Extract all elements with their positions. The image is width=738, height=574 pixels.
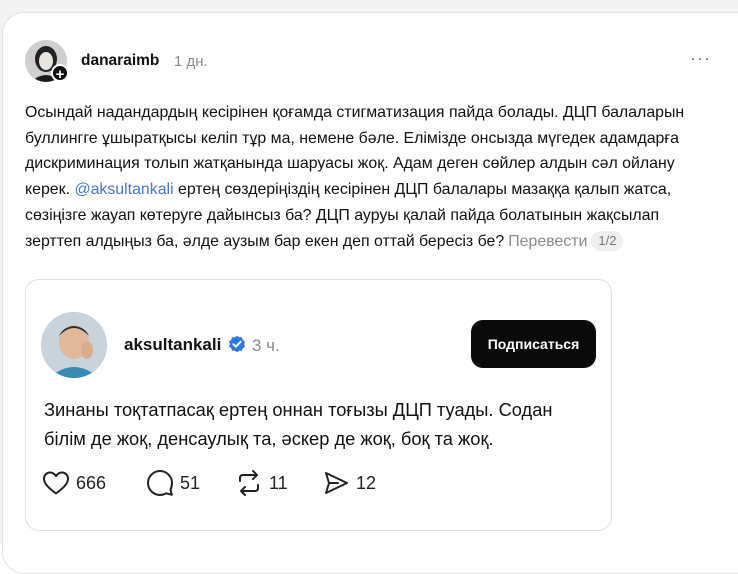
translate-link[interactable]: Перевести [508, 233, 587, 250]
share-count: 12 [356, 472, 377, 493]
repost-button[interactable]: 11 [235, 468, 288, 498]
post-text: Осындай надандардың кесірінен қоғамда ст… [25, 100, 711, 254]
post-time: 1 дн. [174, 53, 208, 70]
repost-count: 11 [269, 472, 288, 493]
like-count: 666 [76, 472, 107, 493]
more-icon[interactable]: ··· [690, 48, 711, 69]
quoted-author-avatar[interactable] [41, 312, 107, 378]
like-button[interactable]: 666 [42, 468, 106, 498]
quoted-text: Зинаны тоқтатпасақ ертең оннан тоғызы ДЦ… [44, 399, 553, 449]
repost-icon [239, 470, 259, 496]
share-button[interactable]: 12 [322, 468, 376, 498]
mention-link[interactable]: @aksultankali [74, 181, 173, 198]
media-pager-badge: 1/2 [591, 230, 624, 251]
verified-icon [228, 335, 246, 353]
quoted-author[interactable]: aksultankali [124, 335, 221, 355]
share-icon [325, 472, 348, 494]
action-bar: 666 51 11 12 [42, 468, 582, 498]
plus-icon[interactable]: + [51, 64, 69, 83]
comment-button[interactable]: 51 [146, 468, 200, 498]
quoted-time: 3 ч. [252, 336, 280, 355]
comment-icon [147, 470, 173, 496]
subscribe-button[interactable]: Подписаться [471, 320, 596, 368]
quoted-post[interactable]: aksultankali 3 ч. Подписаться Зинаны тоқ… [25, 279, 612, 531]
heart-icon [43, 471, 69, 495]
post-author[interactable]: danaraimb [81, 52, 159, 70]
comment-count: 51 [180, 472, 201, 493]
